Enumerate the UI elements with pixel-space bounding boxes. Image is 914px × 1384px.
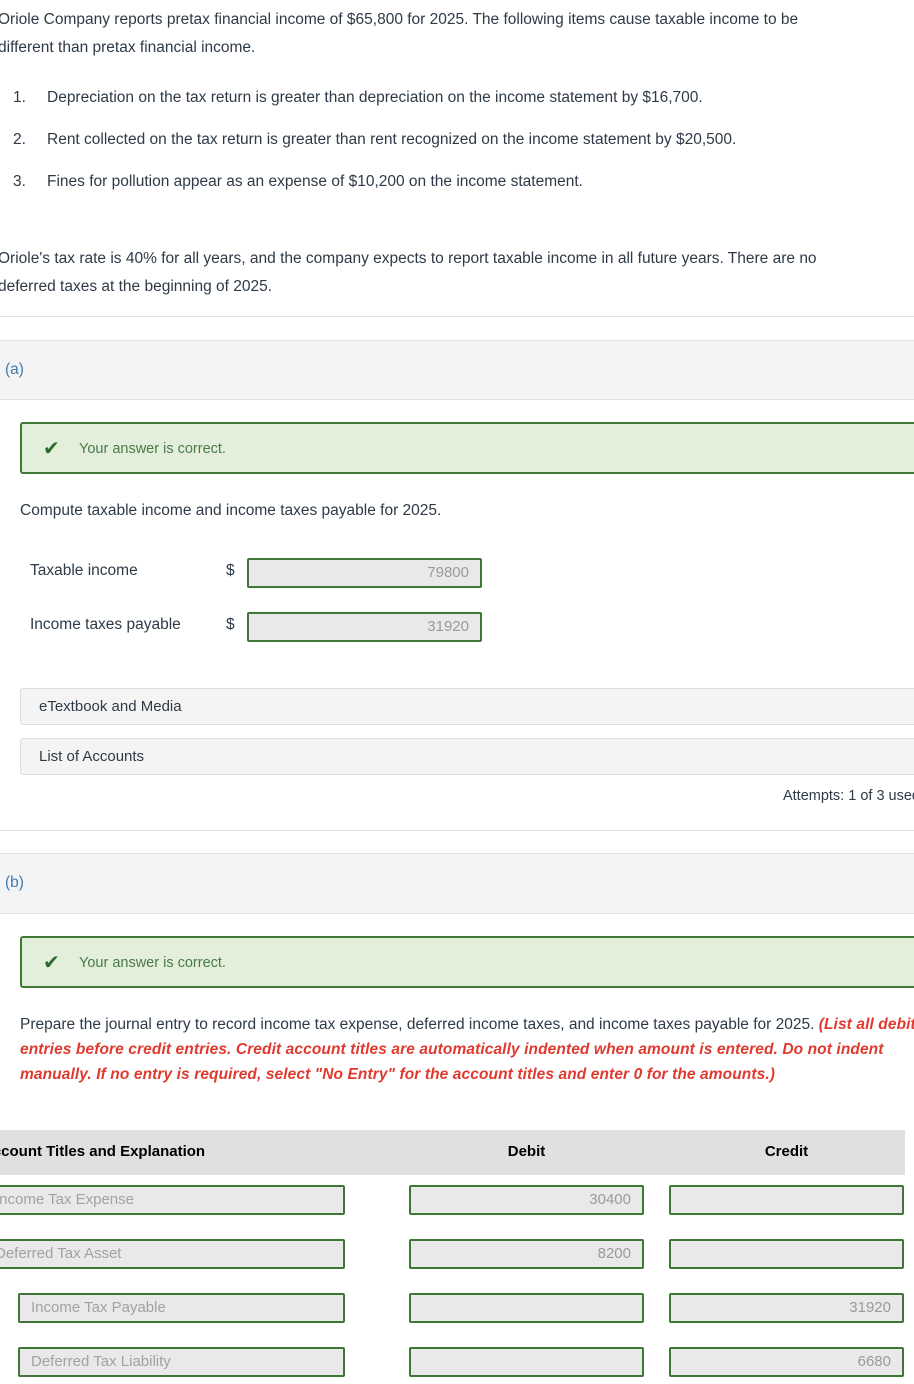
problem-closing: Oriole's tax rate is 40% for all years, … bbox=[0, 245, 914, 301]
problem-intro: Oriole Company reports pretax financial … bbox=[0, 6, 914, 62]
list-item-number: 3. bbox=[13, 173, 26, 190]
account-title-input[interactable]: Deferred Tax Asset bbox=[0, 1239, 345, 1269]
taxable-income-label: Taxable income bbox=[30, 562, 138, 579]
credit-amount-input[interactable] bbox=[669, 1239, 904, 1269]
list-item: 1. Depreciation on the tax return is grea… bbox=[0, 88, 914, 130]
prompt-b-plain: Prepare the journal entry to record inco… bbox=[20, 1016, 819, 1033]
correct-banner-b: ✔ Your answer is correct. bbox=[20, 936, 914, 988]
intro-line: Oriole Company reports pretax financial … bbox=[0, 11, 799, 28]
table-row: Income Tax Payable 31920 bbox=[0, 1293, 905, 1347]
etextbook-and-media-button[interactable]: eTextbook and Media bbox=[20, 688, 914, 725]
section-divider bbox=[0, 830, 914, 831]
correct-banner-a: ✔ Your answer is correct. bbox=[20, 422, 914, 474]
column-header-debit: Debit bbox=[507, 1143, 546, 1160]
table-header-row: Account Titles and Explanation Debit Cre… bbox=[0, 1130, 905, 1175]
list-of-accounts-button[interactable]: List of Accounts bbox=[20, 738, 914, 775]
list-item: 2. Rent collected on the tax return is gr… bbox=[0, 130, 914, 172]
debit-amount-input[interactable]: 8200 bbox=[409, 1239, 644, 1269]
intro-line: different than pretax financial income. bbox=[0, 39, 256, 56]
income-taxes-payable-row: Income taxes payable $ 31920 bbox=[0, 612, 560, 642]
closing-line: deferred taxes at the beginning of 2025. bbox=[0, 278, 273, 295]
section-divider bbox=[0, 316, 914, 317]
taxable-income-row: Taxable income $ 79800 bbox=[0, 558, 560, 588]
assignment-page: Oriole Company reports pretax financial … bbox=[0, 0, 914, 1384]
column-header-credit: Credit bbox=[764, 1143, 809, 1160]
income-taxes-payable-input[interactable]: 31920 bbox=[247, 612, 482, 642]
list-item-number: 1. bbox=[13, 89, 26, 106]
table-row: Deferred Tax Liability 6680 bbox=[0, 1347, 905, 1384]
problem-item-list: 1. Depreciation on the tax return is grea… bbox=[0, 88, 914, 214]
list-item-number: 2. bbox=[13, 131, 26, 148]
credit-amount-input[interactable]: 6680 bbox=[669, 1347, 904, 1377]
account-title-input[interactable]: Income Tax Payable bbox=[18, 1293, 345, 1323]
account-title-input[interactable]: Deferred Tax Liability bbox=[18, 1347, 345, 1377]
check-icon: ✔ bbox=[43, 436, 60, 460]
table-row: Income Tax Expense 30400 bbox=[0, 1185, 905, 1239]
column-header-account-titles: Account Titles and Explanation bbox=[0, 1143, 206, 1160]
prompt-a: Compute taxable income and income taxes … bbox=[20, 502, 442, 519]
closing-line: Oriole's tax rate is 40% for all years, … bbox=[0, 250, 817, 267]
correct-banner-text: Your answer is correct. bbox=[79, 955, 226, 971]
list-item: 3. Fines for pollution appear as an expen… bbox=[0, 172, 914, 214]
debit-amount-input[interactable] bbox=[409, 1293, 644, 1323]
list-item-text: Rent collected on the tax return is grea… bbox=[47, 131, 737, 148]
section-label-a: (a) bbox=[5, 361, 24, 378]
section-label-b: (b) bbox=[5, 874, 24, 891]
section-band-a: (a) bbox=[0, 340, 914, 400]
credit-amount-input[interactable] bbox=[669, 1185, 904, 1215]
section-band-b: (b) bbox=[0, 853, 914, 914]
list-item-text: Depreciation on the tax return is greate… bbox=[47, 89, 703, 106]
currency-symbol: $ bbox=[226, 616, 235, 633]
check-icon: ✔ bbox=[43, 950, 60, 974]
credit-amount-input[interactable]: 31920 bbox=[669, 1293, 904, 1323]
table-row: Deferred Tax Asset 8200 bbox=[0, 1239, 905, 1293]
prompt-b: Prepare the journal entry to record inco… bbox=[20, 1012, 914, 1087]
currency-symbol: $ bbox=[226, 562, 235, 579]
list-item-text: Fines for pollution appear as an expense… bbox=[47, 173, 583, 190]
debit-amount-input[interactable]: 30400 bbox=[409, 1185, 644, 1215]
account-title-input[interactable]: Income Tax Expense bbox=[0, 1185, 345, 1215]
taxable-income-input[interactable]: 79800 bbox=[247, 558, 482, 588]
debit-amount-input[interactable] bbox=[409, 1347, 644, 1377]
attempts-status: Attempts: 1 of 3 used bbox=[782, 788, 914, 804]
income-taxes-payable-label: Income taxes payable bbox=[30, 616, 181, 633]
correct-banner-text: Your answer is correct. bbox=[79, 441, 226, 457]
